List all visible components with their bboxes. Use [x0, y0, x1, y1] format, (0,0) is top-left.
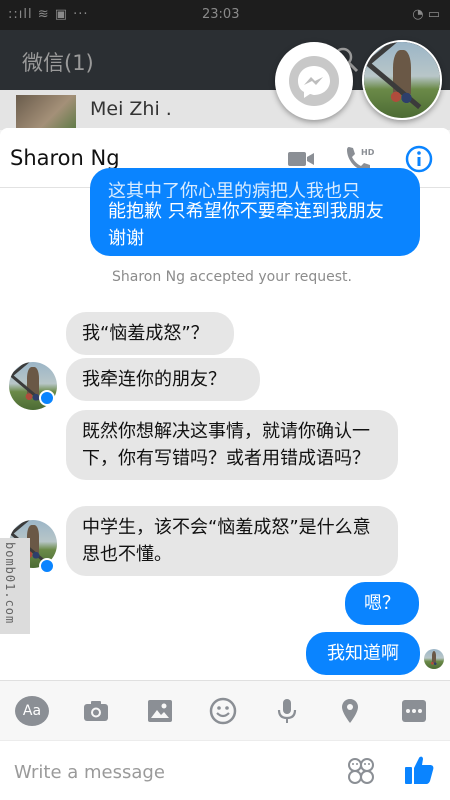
camera-icon[interactable]	[80, 695, 112, 727]
status-bar: ::ıll ≋ ▣ ··· 23:03 ◔ ▭	[0, 0, 450, 30]
image-icon[interactable]	[144, 695, 176, 727]
outgoing-message[interactable]: 我知道啊	[306, 632, 420, 675]
messenger-icon	[298, 66, 330, 98]
watermark-text: bomb01.com	[3, 542, 17, 625]
messenger-badge-icon	[39, 558, 55, 574]
contact-name: Sharon Ng	[10, 146, 120, 170]
watermark: bomb01.com	[0, 538, 30, 634]
wechat-contact-name: Mei Zhi .	[90, 98, 172, 120]
messenger-badge-icon	[39, 390, 55, 406]
incoming-message[interactable]: 我牵连你的朋友？	[66, 358, 260, 401]
wechat-title: 微信(1)	[22, 51, 94, 75]
message-text-partial: 这其中了你心里的病把人我也只	[108, 181, 360, 198]
emoji-icon[interactable]	[207, 695, 239, 727]
avatar	[364, 42, 440, 118]
svg-text:HD: HD	[361, 148, 374, 157]
more-icon[interactable]	[398, 695, 430, 727]
messenger-chat-panel: Sharon Ng HD 这其中了你心里的病把人我也只 能抱歉 只希望你不要牵连…	[0, 128, 450, 800]
thumbs-up-icon[interactable]	[402, 753, 436, 787]
text-format-button[interactable]: Aa	[15, 696, 49, 726]
contact-chathead[interactable]	[362, 40, 442, 120]
incoming-message[interactable]: 中学生，该不会“恼羞成怒”是什么意思也不懂。	[66, 506, 398, 576]
outgoing-message[interactable]: 嗯？	[345, 582, 419, 625]
message-composer	[0, 740, 450, 800]
system-message: Sharon Ng accepted your request.	[112, 269, 352, 285]
microphone-icon[interactable]	[271, 695, 303, 727]
messenger-chathead[interactable]	[275, 42, 353, 120]
message-text: 能抱歉 只希望你不要牵连到我朋友 谢谢	[108, 201, 384, 249]
sticker-icon[interactable]	[345, 755, 377, 787]
outgoing-message[interactable]: 这其中了你心里的病把人我也只 能抱歉 只希望你不要牵连到我朋友 谢谢	[90, 168, 420, 256]
battery-indicators: ◔ ▭	[412, 7, 440, 22]
avatar	[16, 95, 76, 130]
location-icon[interactable]	[334, 695, 366, 727]
message-input[interactable]	[14, 757, 314, 787]
seen-indicator-avatar	[424, 649, 444, 669]
signal-indicators: ::ıll ≋ ▣ ···	[8, 7, 89, 22]
incoming-message[interactable]: 既然你想解决这事情，就请你确认一下，你有写错吗？或者用错成语吗？	[66, 410, 398, 480]
composer-toolbar: Aa	[0, 680, 450, 740]
incoming-message[interactable]: 我“恼羞成怒”？	[66, 312, 234, 355]
message-list[interactable]: 这其中了你心里的病把人我也只 能抱歉 只希望你不要牵连到我朋友 谢谢 Sharo…	[0, 168, 450, 680]
clock: 23:03	[202, 7, 240, 22]
